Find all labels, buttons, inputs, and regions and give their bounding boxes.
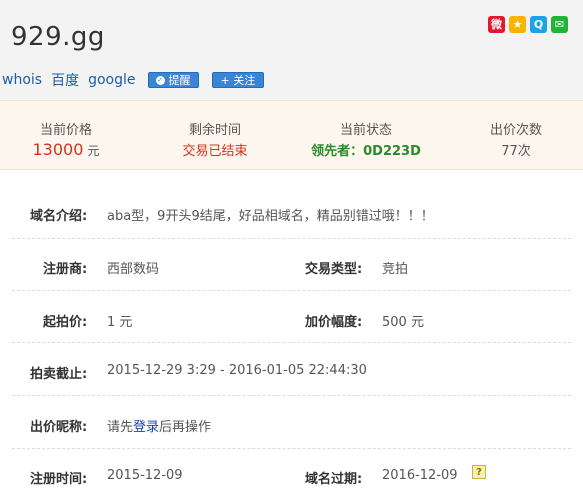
bid-nick-suffix: 后再操作 bbox=[159, 420, 212, 435]
divider bbox=[12, 342, 571, 343]
expire-value: 2016-12-09 bbox=[382, 468, 458, 483]
price-value: 13000 bbox=[32, 140, 84, 159]
bid-count: 出价次数 77次 bbox=[478, 119, 554, 159]
reg-time-value: 2015-12-09 bbox=[107, 468, 183, 483]
registrar-value: 西部数码 bbox=[107, 262, 160, 277]
domain-header: 929.gg 微 ★ Q ✉ whois 百度 google ✓ 提醒 + 关注 bbox=[0, 0, 583, 100]
auction-status-bar: 当前价格 13000 元 剩余时间 交易已结束 当前状态 领先者：0D223D … bbox=[0, 100, 583, 170]
baidu-link[interactable]: 百度 bbox=[51, 70, 79, 90]
check-icon: ✓ bbox=[155, 75, 165, 85]
reg-time-label: 注册时间: bbox=[30, 472, 88, 487]
time-label: 剩余时间 bbox=[188, 123, 241, 138]
divider bbox=[12, 238, 571, 239]
google-link[interactable]: google bbox=[88, 72, 135, 88]
price-label: 当前价格 bbox=[39, 123, 92, 138]
start-price-label: 起拍价: bbox=[43, 315, 88, 330]
state-label: 当前状态 bbox=[339, 123, 392, 138]
bid-nick-prefix: 请先 bbox=[107, 420, 134, 435]
remind-button[interactable]: ✓ 提醒 bbox=[147, 72, 199, 88]
domain-title: 929.gg bbox=[11, 22, 105, 52]
bids-value: 77次 bbox=[501, 144, 531, 159]
domain-links: whois 百度 google ✓ 提醒 + 关注 bbox=[2, 70, 277, 90]
bid-nick-hint: 请先登录后再操作 bbox=[107, 416, 211, 435]
share-icons: 微 ★ Q ✉ bbox=[488, 16, 568, 33]
current-state: 当前状态 领先者：0D223D bbox=[296, 119, 436, 159]
remind-label: 提醒 bbox=[168, 74, 191, 87]
price-unit: 元 bbox=[87, 144, 100, 158]
intro-value: aba型，9开头9结尾，好品相域名，精品别错过哦！！！ bbox=[107, 209, 434, 224]
bid-nick-label: 出价昵称: bbox=[30, 420, 88, 435]
follow-label: + 关注 bbox=[220, 74, 256, 87]
trade-type-value: 竞拍 bbox=[382, 262, 409, 277]
trade-type-label: 交易类型: bbox=[305, 262, 363, 277]
login-link[interactable]: 登录 bbox=[133, 420, 159, 435]
qzone-icon[interactable]: ★ bbox=[509, 16, 526, 33]
increment-value: 500 元 bbox=[382, 315, 424, 330]
whois-link[interactable]: whois bbox=[2, 72, 42, 88]
current-price: 当前价格 13000 元 bbox=[22, 119, 110, 159]
auction-end-value: 2015-12-29 3:29 - 2016-01-05 22:44:30 bbox=[107, 363, 367, 378]
divider bbox=[12, 395, 571, 396]
auction-end-label: 拍卖截止: bbox=[30, 367, 88, 382]
bids-label: 出价次数 bbox=[489, 123, 542, 138]
wechat-icon[interactable]: ✉ bbox=[551, 16, 568, 33]
divider bbox=[12, 448, 571, 449]
help-icon[interactable]: ? bbox=[472, 465, 486, 479]
weibo-icon[interactable]: 微 bbox=[488, 16, 505, 33]
state-value: 领先者：0D223D bbox=[311, 144, 421, 159]
divider bbox=[12, 290, 571, 291]
increment-label: 加价幅度: bbox=[305, 315, 363, 330]
follow-button[interactable]: + 关注 bbox=[211, 72, 265, 88]
remaining-time: 剩余时间 交易已结束 bbox=[170, 119, 260, 159]
start-price-value: 1 元 bbox=[107, 315, 133, 330]
intro-label: 域名介绍: bbox=[30, 209, 88, 224]
time-value: 交易已结束 bbox=[182, 144, 248, 159]
registrar-label: 注册商: bbox=[43, 262, 88, 277]
tencent-weibo-icon[interactable]: Q bbox=[530, 16, 547, 33]
expire-label: 域名过期: bbox=[305, 472, 363, 487]
